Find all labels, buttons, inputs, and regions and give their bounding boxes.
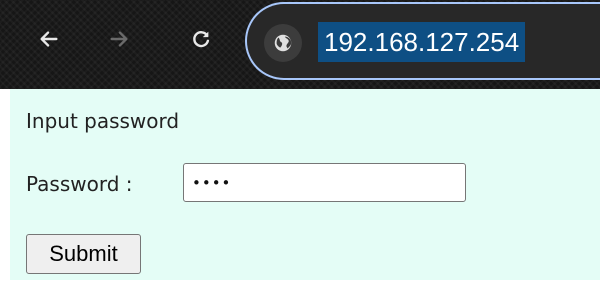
- arrow-right-icon: [110, 31, 128, 47]
- arrow-left-icon: [40, 31, 58, 47]
- back-button[interactable]: [32, 22, 66, 56]
- page-content: Input password Password : Submit: [10, 89, 600, 280]
- password-label: Password :: [26, 172, 133, 196]
- site-info-button[interactable]: [264, 24, 302, 62]
- page-heading: Input password: [26, 109, 180, 133]
- globe-icon: [274, 34, 292, 52]
- submit-button[interactable]: Submit: [26, 234, 141, 274]
- reload-button[interactable]: [184, 22, 218, 56]
- password-input[interactable]: [183, 163, 466, 202]
- forward-button[interactable]: [102, 22, 136, 56]
- reload-icon: [193, 31, 210, 48]
- browser-toolbar: 192.168.127.254: [0, 0, 600, 89]
- url-text[interactable]: 192.168.127.254: [318, 22, 526, 62]
